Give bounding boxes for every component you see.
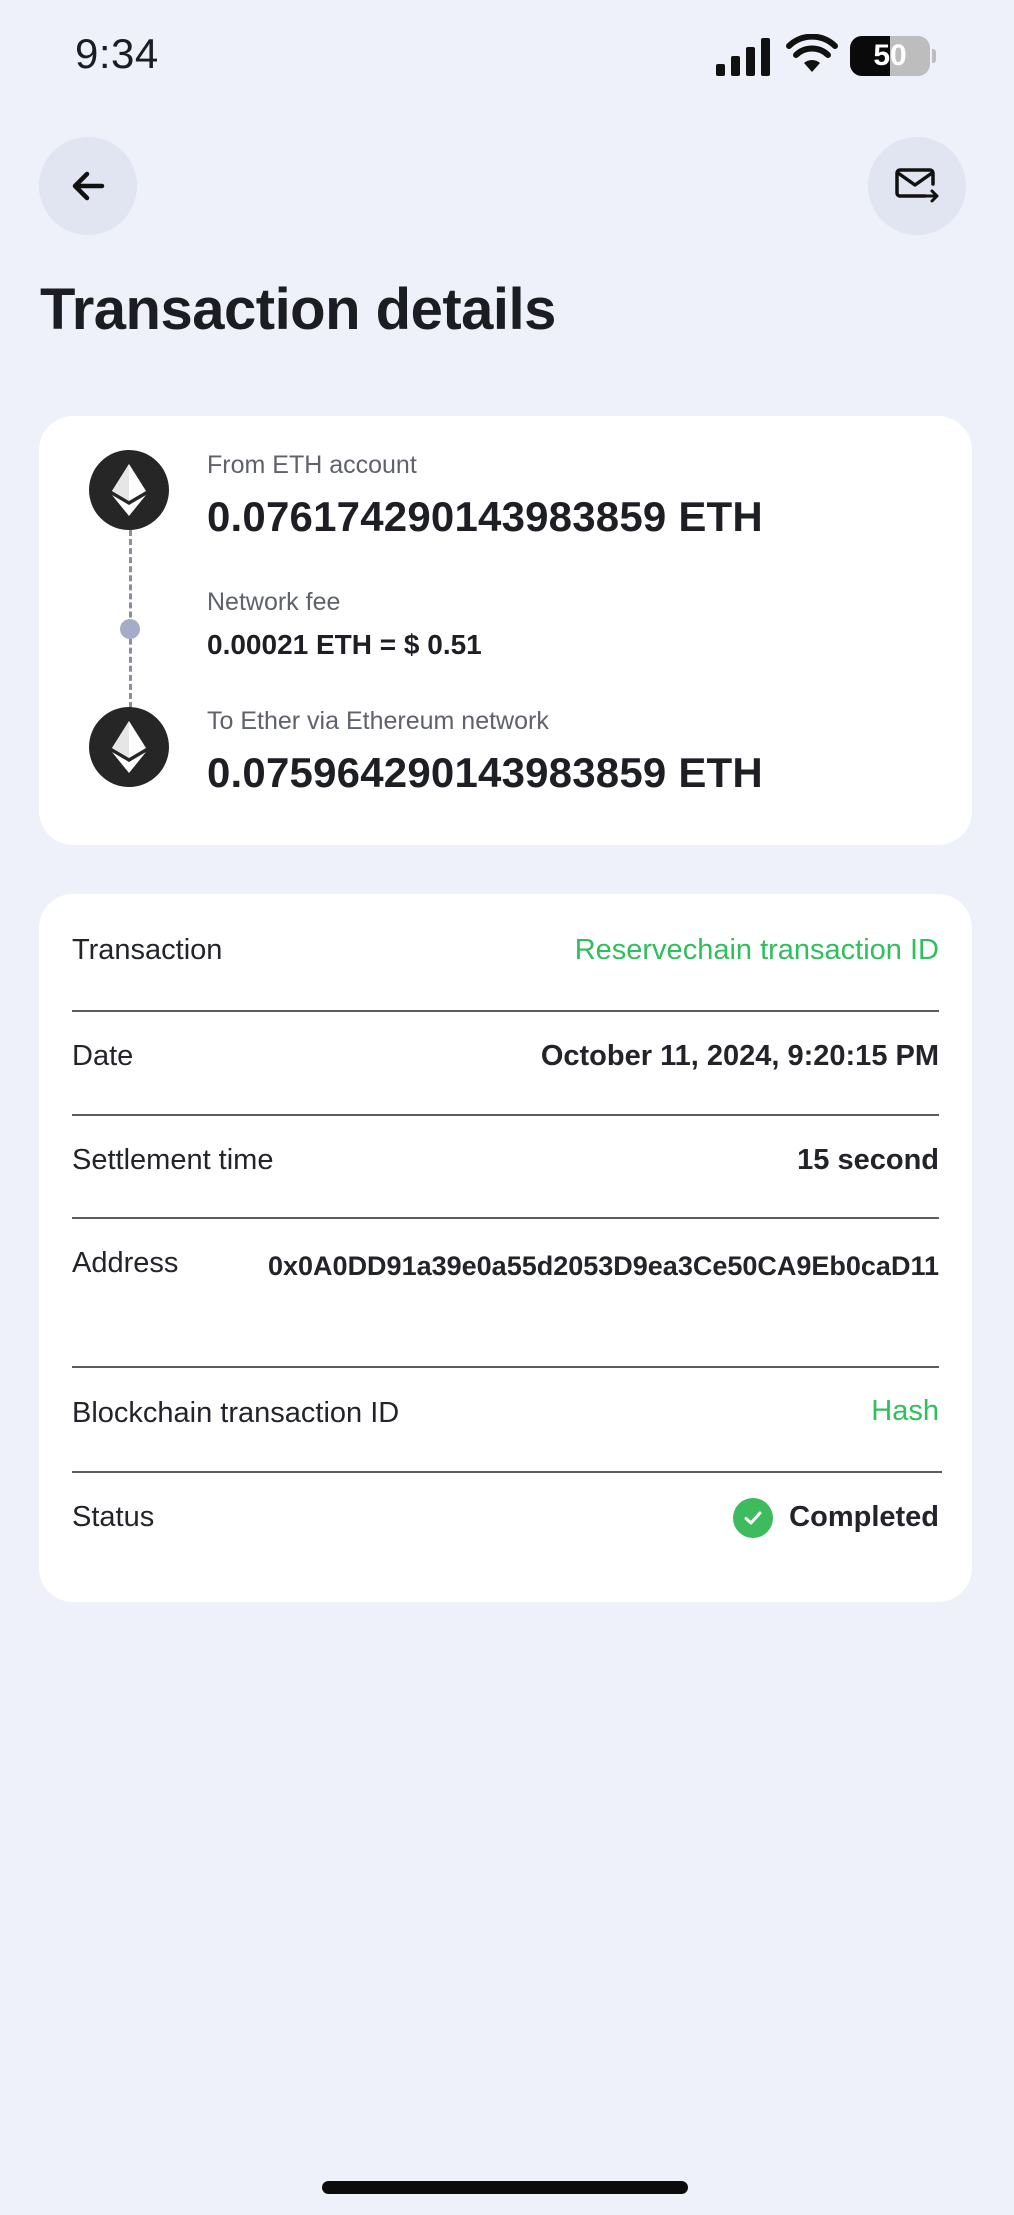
address-value[interactable]: 0x0A0DD91a39e0a55d2053D9ea3Ce50CA9Eb0caD… (239, 1245, 939, 1288)
settlement-row: Settlement time 15 second (72, 1144, 939, 1194)
divider (72, 1471, 942, 1473)
checkmark-glyph (744, 1511, 762, 1525)
divider (72, 1010, 939, 1012)
settlement-label: Settlement time (72, 1144, 274, 1176)
blockchain-label: Blockchain transaction ID (72, 1397, 400, 1429)
transaction-details-card: Transaction Reservechain transaction ID … (39, 894, 972, 1602)
battery-nub (932, 49, 936, 63)
page-title: Transaction details (40, 277, 556, 342)
transaction-label: Transaction (72, 934, 223, 966)
back-button[interactable] (39, 137, 137, 235)
divider (72, 1217, 939, 1219)
from-label: From ETH account (207, 451, 417, 479)
battery-icon: 50 (850, 36, 936, 78)
status-row: Status Completed (72, 1498, 939, 1551)
email-receipt-button[interactable] (868, 137, 966, 235)
transfer-flow-card: From ETH account 0.076174290143983859 ET… (39, 416, 972, 845)
status-bar: 9:34 50 (0, 0, 1014, 116)
battery-body: 50 (850, 36, 930, 76)
status-value: Completed (789, 1501, 939, 1533)
from-account-avatar (89, 450, 169, 530)
ethereum-icon (112, 721, 146, 773)
date-row: Date October 11, 2024, 9:20:15 PM (72, 1040, 939, 1090)
date-value: October 11, 2024, 9:20:15 PM (540, 1040, 939, 1072)
home-indicator[interactable] (322, 2181, 688, 2194)
status-label: Status (72, 1501, 155, 1533)
to-amount: 0.075964290143983859 ETH (207, 749, 763, 796)
address-row: Address 0x0A0DD91a39e0a55d2053D9ea3Ce50C… (72, 1247, 939, 1347)
mail-send-icon (895, 168, 939, 203)
to-account-avatar (89, 707, 169, 787)
network-fee-label: Network fee (207, 588, 341, 616)
to-label: To Ether via Ethereum network (207, 707, 549, 735)
status-time: 9:34 (75, 30, 159, 77)
divider (72, 1114, 939, 1116)
address-label: Address (72, 1247, 179, 1279)
transaction-row: Transaction Reservechain transaction ID (72, 934, 939, 984)
check-icon (733, 1498, 773, 1538)
wifi-icon (786, 34, 838, 72)
reservechain-transaction-link[interactable]: Reservechain transaction ID (575, 934, 939, 967)
signal-icon (716, 38, 770, 76)
hash-link[interactable]: Hash (871, 1395, 939, 1428)
divider (72, 1366, 939, 1368)
date-label: Date (72, 1040, 134, 1072)
from-amount: 0.076174290143983859 ETH (207, 493, 763, 540)
battery-level: 50 (873, 39, 907, 72)
ethereum-icon (112, 464, 146, 516)
settlement-value: 15 second (797, 1144, 939, 1176)
network-fee-dot (120, 619, 140, 639)
blockchain-row: Blockchain transaction ID Hash (72, 1395, 939, 1447)
arrow-left-icon (72, 171, 105, 201)
network-fee-value: 0.00021 ETH = $ 0.51 (207, 629, 482, 660)
